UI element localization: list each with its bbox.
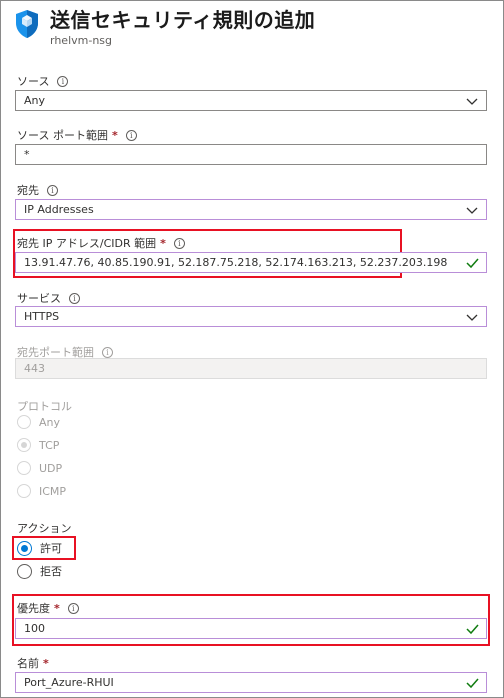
info-icon[interactable]: i [102,346,113,358]
protocol-option-label: Any [39,415,61,429]
name-label-text: 名前 [17,657,39,670]
source-label-text: ソース [17,75,50,88]
shield-icon [14,9,40,39]
destination-select[interactable]: IP Addresses [15,199,487,220]
radio-button [17,415,31,429]
service-select[interactable]: HTTPS [15,306,487,327]
chevron-down-icon [466,207,478,214]
required-marker: * [111,128,118,142]
source-value: Any [24,94,46,107]
destination-ip-label: 宛先 IP アドレス/CIDR 範囲 * i [17,235,185,251]
radio-button [17,484,31,498]
required-marker: * [43,656,49,670]
action-option-label: 許可 [40,542,62,555]
action-option-label: 拒否 [40,565,62,578]
protocol-option-udp: UDP [17,461,62,475]
source-select[interactable]: Any [15,90,487,111]
destination-label-text: 宛先 [17,184,39,197]
protocol-option-any: Any [17,415,60,429]
page-title: 送信セキュリティ規則の追加 [50,8,316,32]
destination-value: IP Addresses [24,203,94,216]
service-label: サービス i [17,290,80,306]
info-icon[interactable]: i [173,237,185,249]
priority-label-text: 優先度 [17,602,50,615]
info-icon[interactable]: i [125,129,137,141]
action-option-deny[interactable]: 拒否 [17,563,62,579]
checkmark-icon [466,258,479,269]
protocol-option-label: ICMP [39,484,67,498]
name-label: 名前 * [17,655,49,671]
source-port-value: * [24,148,30,161]
page-subtitle: rhelvm-nsg [50,34,113,47]
radio-button-selected [17,438,31,452]
checkmark-icon [466,624,479,635]
source-port-input[interactable]: * [15,144,487,165]
destination-ip-input[interactable]: 13.91.47.76, 40.85.190.91, 52.187.75.218… [15,252,487,273]
destination-ip-value: 13.91.47.76, 40.85.190.91, 52.187.75.218… [24,256,448,269]
name-input[interactable]: Port_Azure-RHUI [15,672,487,693]
chevron-down-icon [466,98,478,105]
service-label-text: サービス [17,292,61,305]
destination-port-value: 443 [24,362,45,375]
chevron-down-icon [466,314,478,321]
protocol-option-label: TCP [39,438,60,452]
protocol-option-label: UDP [39,461,63,475]
info-icon[interactable]: i [47,184,58,196]
action-label: アクション [17,520,71,536]
name-value: Port_Azure-RHUI [24,676,114,689]
priority-input[interactable]: 100 [15,618,487,639]
info-icon[interactable]: i [69,292,80,304]
action-label-text: アクション [17,522,72,535]
destination-label: 宛先 i [17,182,58,198]
info-icon[interactable]: i [67,602,79,614]
radio-button[interactable] [17,563,32,579]
destination-port-input: 443 [15,358,487,379]
source-port-label: ソース ポート範囲 * i [17,127,137,143]
priority-label: 優先度 * i [17,600,79,616]
priority-value: 100 [24,622,45,635]
protocol-option-tcp: TCP [17,438,59,452]
action-option-allow[interactable]: 許可 [17,540,62,556]
protocol-label-text: プロトコル [17,400,72,413]
protocol-label: プロトコル [17,398,72,414]
radio-button-selected[interactable] [17,540,32,556]
checkmark-icon [466,678,479,689]
source-label: ソース i [17,73,69,89]
required-marker: * [54,601,60,615]
protocol-option-icmp: ICMP [17,484,66,498]
service-value: HTTPS [24,310,60,323]
radio-button [17,461,31,475]
destination-ip-label-text: 宛先 IP アドレス/CIDR 範囲 [17,237,157,250]
info-icon[interactable]: i [57,75,69,87]
source-port-label-text: ソース ポート範囲 [17,129,108,142]
required-marker: * [160,236,166,250]
